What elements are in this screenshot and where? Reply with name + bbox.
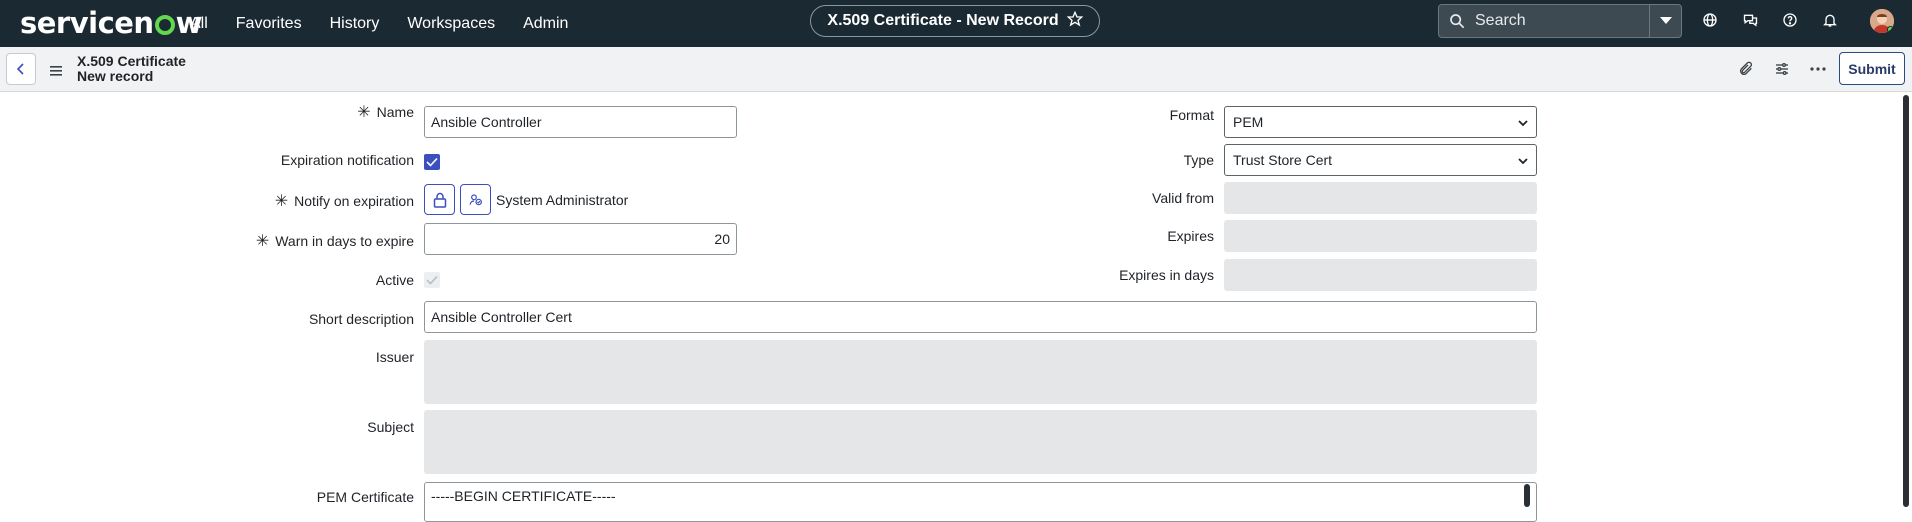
type-label: Type <box>1183 152 1214 168</box>
nav-admin[interactable]: Admin <box>523 15 568 33</box>
mandatory-asterisk-icon: ✳ <box>255 233 270 250</box>
global-search[interactable]: Search <box>1438 4 1682 38</box>
nav-history[interactable]: History <box>330 15 380 33</box>
nav-favorites[interactable]: Favorites <box>236 15 302 33</box>
top-navigation: servicen w All Favorites History Workspac… <box>0 0 1912 47</box>
nav-links: All Favorites History Workspaces Admin <box>190 0 596 47</box>
subject-field <box>424 410 1537 474</box>
certificate-form: ✳ Name Ansible Controller Expiration noti… <box>0 92 1912 522</box>
online-status-dot <box>1887 26 1894 33</box>
page-scrollbar-thumb[interactable] <box>1903 95 1909 507</box>
paperclip-icon[interactable] <box>1736 59 1756 79</box>
search-icon <box>1449 13 1465 29</box>
record-title-pill[interactable]: X.509 Certificate - New Record <box>810 5 1100 37</box>
valid-from-field <box>1224 182 1537 214</box>
format-select[interactable]: PEM <box>1224 106 1537 138</box>
form-title-record: New record <box>77 68 154 84</box>
add-me-button[interactable] <box>460 184 491 215</box>
submit-button[interactable]: Submit <box>1839 52 1905 85</box>
globe-icon[interactable] <box>1700 10 1720 30</box>
chevron-down-icon <box>1518 152 1528 168</box>
issuer-label: Issuer <box>375 349 414 365</box>
star-icon[interactable] <box>1066 10 1083 32</box>
nav-workspaces[interactable]: Workspaces <box>407 15 495 33</box>
format-selected-value: PEM <box>1233 114 1264 130</box>
form-title-table: X.509 Certificate <box>77 53 186 69</box>
form-header: X.509 Certificate New record Submit <box>0 47 1912 92</box>
menu-icon[interactable] <box>50 63 62 76</box>
nav-all[interactable]: All <box>190 15 208 33</box>
expires-in-days-field <box>1224 259 1537 291</box>
expiration-notification-checkbox[interactable] <box>424 154 440 170</box>
notify-on-expiration-value: System Administrator <box>496 192 629 208</box>
chevron-down-icon <box>1518 114 1528 130</box>
pem-certificate-textarea[interactable]: -----BEGIN CERTIFICATE----- <box>424 482 1537 522</box>
name-label: ✳ Name <box>357 104 414 121</box>
subject-label: Subject <box>367 419 414 435</box>
short-description-input[interactable]: Ansible Controller Cert <box>424 301 1537 333</box>
format-label: Format <box>1169 107 1214 123</box>
bell-icon[interactable] <box>1820 10 1840 30</box>
search-input[interactable]: Search <box>1475 12 1649 30</box>
back-button[interactable] <box>6 53 36 85</box>
mandatory-asterisk-icon: ✳ <box>357 104 371 121</box>
warn-days-label: ✳ Warn in days to expire <box>255 233 414 250</box>
chevron-down-icon[interactable] <box>1649 5 1681 37</box>
servicenow-logo[interactable]: servicen w <box>20 6 202 40</box>
form-title: X.509 Certificate New record <box>77 54 186 84</box>
help-icon[interactable] <box>1780 10 1800 30</box>
valid-from-label: Valid from <box>1152 190 1214 206</box>
type-select[interactable]: Trust Store Cert <box>1224 144 1537 176</box>
pem-certificate-label: PEM Certificate <box>316 489 414 505</box>
page-scrollbar[interactable] <box>1902 95 1910 507</box>
chat-icon[interactable] <box>1740 10 1760 30</box>
expiration-notification-label: Expiration notification <box>280 152 414 168</box>
active-label: Active <box>375 272 414 288</box>
mandatory-asterisk-icon: ✳ <box>274 193 289 210</box>
pem-textarea-scrollbar[interactable] <box>1524 484 1530 507</box>
settings-sliders-icon[interactable] <box>1772 59 1792 79</box>
user-avatar[interactable] <box>1870 9 1894 33</box>
name-input[interactable]: Ansible Controller <box>424 106 737 138</box>
expires-field <box>1224 220 1537 252</box>
notify-on-expiration-label: ✳ Notify on expiration <box>274 193 414 210</box>
unlock-field-button[interactable] <box>424 184 455 215</box>
type-selected-value: Trust Store Cert <box>1233 152 1333 168</box>
record-title: X.509 Certificate - New Record <box>827 12 1059 29</box>
issuer-field <box>424 340 1537 404</box>
expires-label: Expires <box>1167 228 1214 244</box>
short-description-label: Short description <box>308 311 414 327</box>
expires-in-days-label: Expires in days <box>1119 267 1214 283</box>
active-checkbox <box>424 272 440 288</box>
warn-days-input[interactable]: 20 <box>424 223 737 255</box>
more-icon[interactable] <box>1808 59 1828 79</box>
